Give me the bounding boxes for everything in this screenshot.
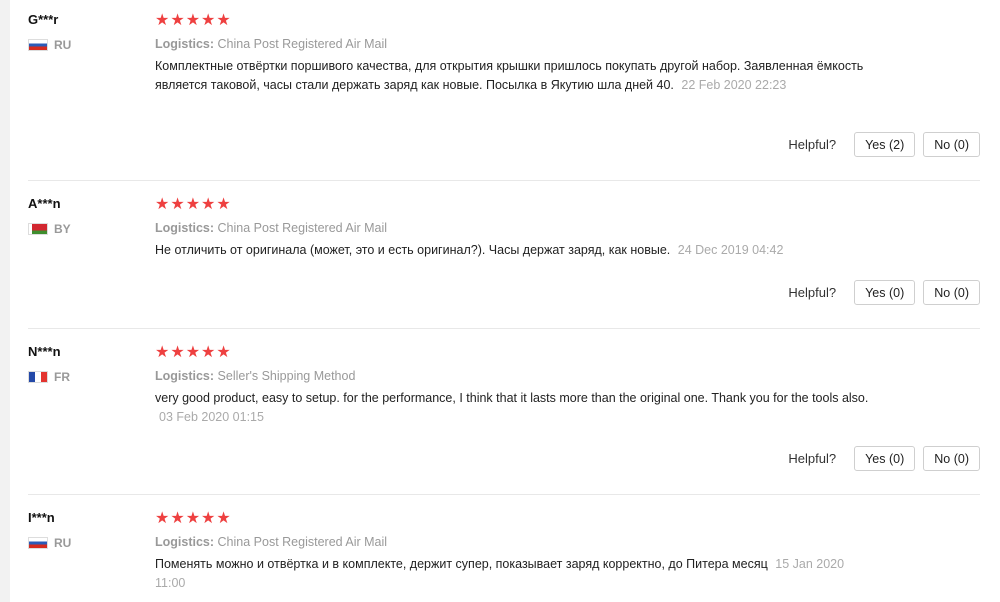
helpful-label: Helpful? (788, 137, 837, 152)
logistics-label: Logistics: (155, 221, 215, 235)
review-content: ★★★★★ Logistics: China Post Registered A… (155, 510, 875, 593)
reviewer-name: G***r (28, 12, 59, 27)
country-code: RU (54, 38, 72, 52)
reviewer-country: BY (28, 222, 148, 236)
france-flag-icon (28, 371, 48, 383)
review-content: ★★★★★ Logistics: China Post Registered A… (155, 12, 875, 95)
rating-stars: ★★★★★ (155, 12, 232, 29)
review-date: 24 Dec 2019 04:42 (677, 243, 784, 257)
reviewer-country: FR (28, 370, 148, 384)
logistics-label: Logistics: (155, 369, 215, 383)
review-date: 03 Feb 2020 01:15 (159, 410, 264, 424)
review-body: very good product, easy to setup. for th… (155, 391, 869, 405)
review-text: very good product, easy to setup. for th… (155, 389, 875, 427)
review-content: ★★★★★ Logistics: China Post Registered A… (155, 196, 875, 260)
rating-stars: ★★★★★ (155, 344, 232, 361)
review-text: Не отличить от оригинала (может, это и е… (155, 241, 875, 260)
helpful-yes-button[interactable]: Yes (0) (854, 446, 916, 471)
logistics-method: Seller's Shipping Method (217, 369, 356, 383)
logistics-info: Logistics: China Post Registered Air Mai… (155, 534, 875, 550)
helpful-voting: Helpful? Yes (2) No (0) (788, 132, 980, 157)
logistics-method: China Post Registered Air Mail (217, 221, 388, 235)
reviewer-info: N***n FR (28, 344, 148, 384)
logistics-method: China Post Registered Air Mail (217, 535, 388, 549)
russia-flag-icon (28, 39, 48, 51)
reviewer-info: I***n RU (28, 510, 148, 550)
logistics-label: Logistics: (155, 37, 215, 51)
belarus-flag-icon (28, 223, 48, 235)
logistics-info: Logistics: China Post Registered Air Mai… (155, 36, 875, 52)
review-text: Комплектные отвёртки поршивого качества,… (155, 57, 875, 95)
helpful-no-button[interactable]: No (0) (923, 280, 980, 305)
rating-stars: ★★★★★ (155, 196, 232, 213)
review-item: I***n RU ★★★★★ Logistics: China Post Reg… (10, 510, 980, 602)
logistics-info: Logistics: Seller's Shipping Method (155, 368, 875, 384)
reviewer-country: RU (28, 38, 148, 52)
reviewer-country: RU (28, 536, 148, 550)
review-body: Поменять можно и отвёртка и в комплекте,… (155, 557, 768, 571)
review-item: G***r RU ★★★★★ Logistics: China Post Reg… (10, 12, 980, 181)
reviewer-info: G***r RU (28, 12, 148, 52)
logistics-method: China Post Registered Air Mail (217, 37, 388, 51)
reviewer-info: A***n BY (28, 196, 148, 236)
helpful-yes-button[interactable]: Yes (0) (854, 280, 916, 305)
review-text: Поменять можно и отвёртка и в комплекте,… (155, 555, 875, 593)
helpful-voting: Helpful? Yes (0) No (0) (788, 280, 980, 305)
helpful-no-button[interactable]: No (0) (923, 132, 980, 157)
country-code: FR (54, 370, 70, 384)
review-item: N***n FR ★★★★★ Logistics: Seller's Shipp… (10, 344, 980, 495)
review-item: A***n BY ★★★★★ Logistics: China Post Reg… (10, 196, 980, 329)
left-scroll-rail (0, 0, 10, 602)
reviewer-name: A***n (28, 196, 61, 211)
review-date: 22 Feb 2020 22:23 (681, 78, 787, 92)
helpful-label: Helpful? (788, 285, 837, 300)
helpful-label: Helpful? (788, 451, 837, 466)
logistics-label: Logistics: (155, 535, 215, 549)
country-code: BY (54, 222, 71, 236)
helpful-yes-button[interactable]: Yes (2) (854, 132, 916, 157)
helpful-no-button[interactable]: No (0) (923, 446, 980, 471)
reviewer-name: N***n (28, 344, 61, 359)
country-code: RU (54, 536, 72, 550)
russia-flag-icon (28, 537, 48, 549)
logistics-info: Logistics: China Post Registered Air Mai… (155, 220, 875, 236)
rating-stars: ★★★★★ (155, 510, 232, 527)
reviewer-name: I***n (28, 510, 55, 525)
review-content: ★★★★★ Logistics: Seller's Shipping Metho… (155, 344, 875, 427)
review-body: Не отличить от оригинала (может, это и е… (155, 243, 671, 257)
helpful-voting: Helpful? Yes (0) No (0) (788, 446, 980, 471)
